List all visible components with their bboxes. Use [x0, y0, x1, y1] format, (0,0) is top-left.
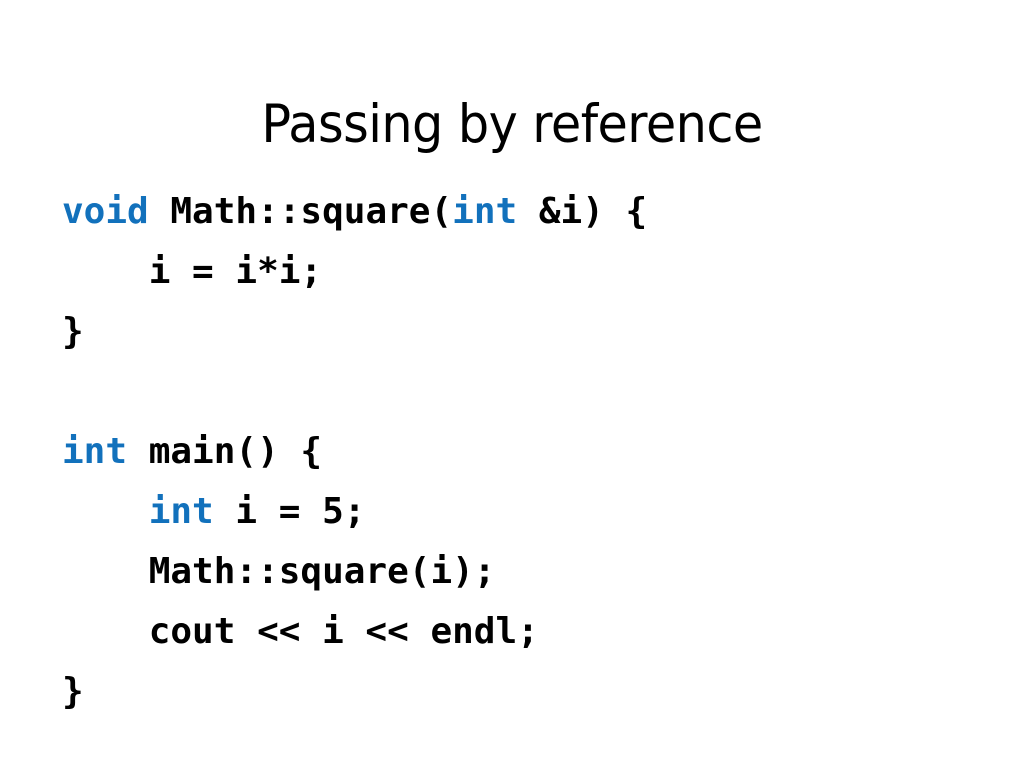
code-line: void Math::square(int &i) { — [62, 182, 962, 242]
code-text: cout << i << endl; — [62, 611, 539, 652]
code-line: Math::square(i); — [62, 542, 962, 602]
slide: Passing by reference void Math::square(i… — [0, 0, 1024, 768]
page-title: Passing by reference — [261, 93, 763, 155]
code-line: } — [62, 302, 962, 362]
code-keyword: int — [452, 191, 518, 232]
code-line: cout << i << endl; — [62, 602, 962, 662]
code-text: Math::square( — [148, 191, 453, 232]
code-keyword: int — [62, 431, 128, 472]
code-block: void Math::square(int &i) { i = i*i;} in… — [62, 182, 962, 722]
code-line: } — [62, 662, 962, 722]
code-line: int main() { — [62, 422, 962, 482]
code-text: Math::square(i); — [62, 551, 496, 592]
code-text: i = 5; — [213, 491, 366, 532]
code-keyword: int — [148, 491, 214, 532]
code-text: main() { — [127, 431, 323, 472]
code-keyword: void — [62, 191, 149, 232]
code-text: &i) { — [517, 191, 648, 232]
code-text: i = i*i; — [62, 251, 323, 292]
code-line: i = i*i; — [62, 242, 962, 302]
code-line: int i = 5; — [62, 482, 962, 542]
code-text: } — [62, 671, 84, 712]
code-text: } — [62, 311, 84, 352]
